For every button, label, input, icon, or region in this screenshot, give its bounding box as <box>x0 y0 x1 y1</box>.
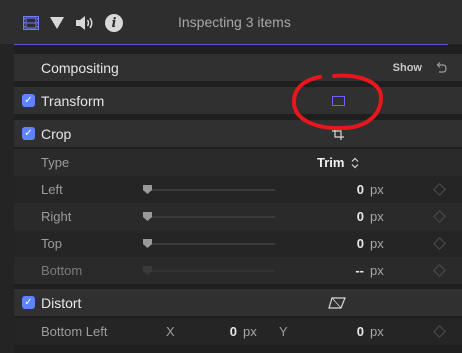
crop-right-value[interactable]: 0 <box>304 209 364 224</box>
distort-bottom-left-row: Bottom Left X 0 px Y 0 px <box>14 318 462 345</box>
transform-label: Transform <box>41 92 105 109</box>
crop-top-row: Top 0 px <box>14 230 462 257</box>
crop-left-slider-knob[interactable] <box>143 185 152 194</box>
crop-bottom-slider-knob[interactable] <box>143 266 152 275</box>
distort-label: Distort <box>41 294 82 311</box>
keyframe-diamond-icon[interactable] <box>433 183 446 196</box>
crop-right-row: Right 0 px <box>14 203 462 230</box>
crop-left-label: Left <box>41 182 63 197</box>
reset-icon[interactable] <box>434 61 448 75</box>
bottom-left-y-unit: px <box>370 324 384 339</box>
compositing-label: Compositing <box>41 59 119 76</box>
distort-checkbox[interactable]: ✓ <box>22 296 35 309</box>
crop-right-slider-knob[interactable] <box>143 212 152 221</box>
crop-left-row: Left 0 px <box>14 176 462 203</box>
crop-right-unit: px <box>370 209 384 224</box>
info-icon[interactable]: i <box>105 14 123 32</box>
crop-bottom-row: Bottom -- px <box>14 257 462 284</box>
crop-top-label: Top <box>41 236 62 251</box>
keyframe-diamond-icon[interactable] <box>433 264 446 277</box>
crop-top-value[interactable]: 0 <box>304 236 364 251</box>
crop-checkbox[interactable]: ✓ <box>22 127 35 140</box>
crop-bottom-slider-track[interactable] <box>143 269 275 272</box>
inspector-title: Inspecting 3 items <box>178 14 291 30</box>
crop-right-label: Right <box>41 209 72 224</box>
crop-top-slider-track[interactable] <box>143 242 275 245</box>
crop-type-popup[interactable]: Trim <box>317 155 344 170</box>
crop-type-label: Type <box>41 155 70 170</box>
filter-icon[interactable] <box>49 16 65 30</box>
crop-section[interactable]: ✓ Crop <box>14 120 462 147</box>
speaker-icon[interactable] <box>75 15 95 31</box>
bottom-left-y-value[interactable]: 0 <box>304 324 364 339</box>
chevron-updown-icon[interactable] <box>351 157 359 169</box>
crop-right-slider-track[interactable] <box>143 215 275 218</box>
transform-checkbox[interactable]: ✓ <box>22 94 35 107</box>
crop-left-slider-track[interactable] <box>143 188 275 191</box>
bottom-left-x-label: X <box>166 324 175 339</box>
inspector-tabs: i <box>23 13 123 33</box>
film-icon[interactable] <box>23 16 39 30</box>
keyframe-diamond-icon[interactable] <box>433 237 446 250</box>
bottom-left-y-label: Y <box>279 324 288 339</box>
keyframe-diamond-icon[interactable] <box>433 325 446 338</box>
compositing-section[interactable]: Compositing Show <box>14 54 462 81</box>
bottom-left-label: Bottom Left <box>41 324 108 339</box>
crop-top-slider-knob[interactable] <box>143 239 152 248</box>
crop-type-row: Type Trim <box>14 149 462 176</box>
show-button[interactable]: Show <box>393 62 422 74</box>
bottom-left-x-unit: px <box>243 324 257 339</box>
crop-left-value[interactable]: 0 <box>304 182 364 197</box>
crop-left-unit: px <box>370 182 384 197</box>
distort-onscreen-control-icon[interactable] <box>328 296 346 309</box>
distort-section[interactable]: ✓ Distort <box>14 289 462 316</box>
keyframe-diamond-icon[interactable] <box>433 210 446 223</box>
crop-bottom-unit: px <box>370 263 384 278</box>
crop-label: Crop <box>41 125 72 142</box>
transform-section[interactable]: ✓ Transform <box>14 87 462 114</box>
annotation-circle <box>291 73 383 131</box>
inspector-header: i Inspecting 3 items <box>0 0 462 45</box>
crop-bottom-label: Bottom <box>41 263 83 278</box>
crop-bottom-value[interactable]: -- <box>304 263 364 278</box>
crop-top-unit: px <box>370 236 384 251</box>
bottom-left-x-value[interactable]: 0 <box>177 324 237 339</box>
